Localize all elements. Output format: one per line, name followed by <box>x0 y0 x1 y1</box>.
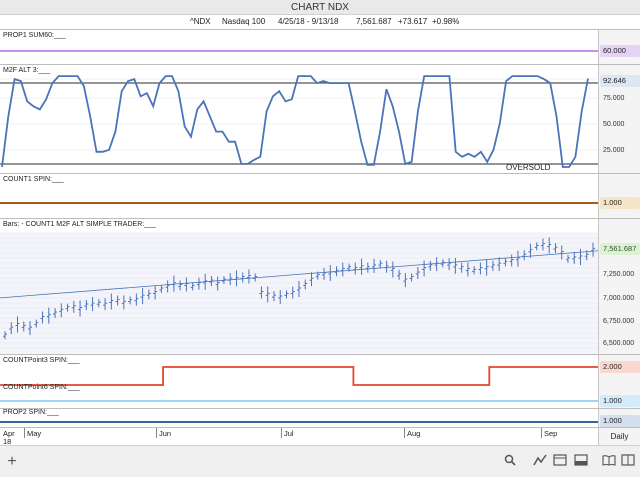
columns-icon[interactable] <box>620 454 636 470</box>
month-separator <box>404 428 405 438</box>
search-icon[interactable] <box>502 454 518 470</box>
month-label: Aug <box>407 429 421 438</box>
month-label: Jun <box>159 429 172 438</box>
countp3-panel[interactable]: COUNTPoint3 SPIN:___ 2.000 <box>0 354 640 395</box>
m2f-panel[interactable]: OVERSOLD M2F ALT 3:___ 92.646 75.000 50.… <box>0 64 640 173</box>
m2f-tick: 75.000 <box>603 95 625 102</box>
oversold-text: OVERSOLD <box>506 163 551 172</box>
quote-bar: ^NDX Nasdaq 100 4/25/18 - 9/13/18 7,561.… <box>0 15 640 29</box>
count1-plot <box>0 202 598 204</box>
panel-icon[interactable] <box>573 454 589 470</box>
bars-panel[interactable]: Bars: - COUNT1 M2F ALT SIMPLE TRADER:___… <box>0 218 640 354</box>
symbol-name: Nasdaq 100 <box>222 17 266 26</box>
price-change-pct: +0.98% <box>432 17 460 26</box>
prop1-plot <box>0 50 598 52</box>
countp3-line <box>0 366 598 386</box>
count1-label: COUNT1 SPIN:___ <box>3 176 64 183</box>
window-title: CHART NDX <box>0 0 640 15</box>
month-separator <box>24 428 25 438</box>
countp3-axis: 2.000 <box>598 355 640 395</box>
m2f-value-tag: 92.646 <box>600 75 640 87</box>
bars-tick: 7,250.000 <box>603 271 635 278</box>
countp6-plot <box>0 400 598 402</box>
bars-value-tag: 7,561.687 <box>600 243 640 255</box>
prop2-plot <box>0 421 598 423</box>
symbol: ^NDX <box>190 17 211 26</box>
month-separator <box>281 428 282 438</box>
prop1-panel[interactable]: PROP1 SUM60:___ 60.000 <box>0 29 640 64</box>
prop1-label: PROP1 SUM60:___ <box>3 32 66 39</box>
m2f-line <box>1 75 589 168</box>
bottom-toolbar: + <box>0 445 640 477</box>
bars-label: Bars: - COUNT1 M2F ALT SIMPLE TRADER:___ <box>3 221 156 228</box>
last-price: 7,561.687 <box>356 17 392 26</box>
countp6-label: COUNTPoint6 SPIN:___ <box>3 384 80 391</box>
countp6-panel[interactable]: COUNTPoint6 SPIN:___ 1.000 <box>0 384 640 408</box>
month-separator <box>541 428 542 438</box>
bars-tick: 7,000.000 <box>603 295 635 302</box>
price-change: +73.617 <box>398 17 428 26</box>
countp3-plot <box>0 366 598 386</box>
prop2-value-tag: 1.000 <box>600 415 640 427</box>
m2f-plot: OVERSOLD <box>0 75 598 172</box>
month-label: Jul <box>284 429 294 438</box>
m2f-tick: 25.000 <box>603 147 625 154</box>
month-label: Sep <box>544 429 558 438</box>
countp6-value-tag: 1.000 <box>600 395 640 407</box>
count1-panel[interactable]: COUNT1 SPIN:___ 1.000 <box>0 173 640 218</box>
m2f-label: M2F ALT 3:___ <box>3 67 51 74</box>
time-axis[interactable]: Apr 18 May Jun Jul Aug Sep Daily <box>0 427 640 446</box>
count1-axis: 1.000 <box>598 174 640 218</box>
prop2-panel[interactable]: PROP2 SPIN:___ 1.000 <box>0 408 640 427</box>
countp3-label: COUNTPoint3 SPIN:___ <box>3 357 80 364</box>
m2f-axis: 92.646 75.000 50.000 25.000 <box>598 65 640 173</box>
line-chart-icon[interactable] <box>532 454 548 470</box>
period-selector[interactable]: Daily <box>598 428 640 446</box>
prop2-label: PROP2 SPIN:___ <box>3 409 59 416</box>
m2f-tick: 50.000 <box>603 121 625 128</box>
countp3-value-tag: 2.000 <box>600 361 640 373</box>
layout-icon[interactable] <box>552 454 568 470</box>
prop1-axis: 60.000 <box>598 30 640 64</box>
prop2-axis: 1.000 <box>598 409 640 427</box>
count1-value-tag: 1.000 <box>600 197 640 209</box>
book-icon[interactable] <box>601 454 617 470</box>
month-label: May <box>27 429 42 438</box>
bars-tick: 6,750.000 <box>603 318 635 325</box>
bars-tick: 6,500.000 <box>603 340 635 347</box>
date-range: 4/25/18 - 9/13/18 <box>278 17 339 26</box>
bars-plot <box>0 232 598 354</box>
countp6-axis: 1.000 <box>598 395 640 408</box>
month-separator <box>156 428 157 438</box>
bars-axis: 7,561.687 7,250.000 7,000.000 6,750.000 … <box>598 219 640 354</box>
plus-icon[interactable]: + <box>4 454 20 470</box>
prop1-value-tag: 60.000 <box>600 45 640 57</box>
